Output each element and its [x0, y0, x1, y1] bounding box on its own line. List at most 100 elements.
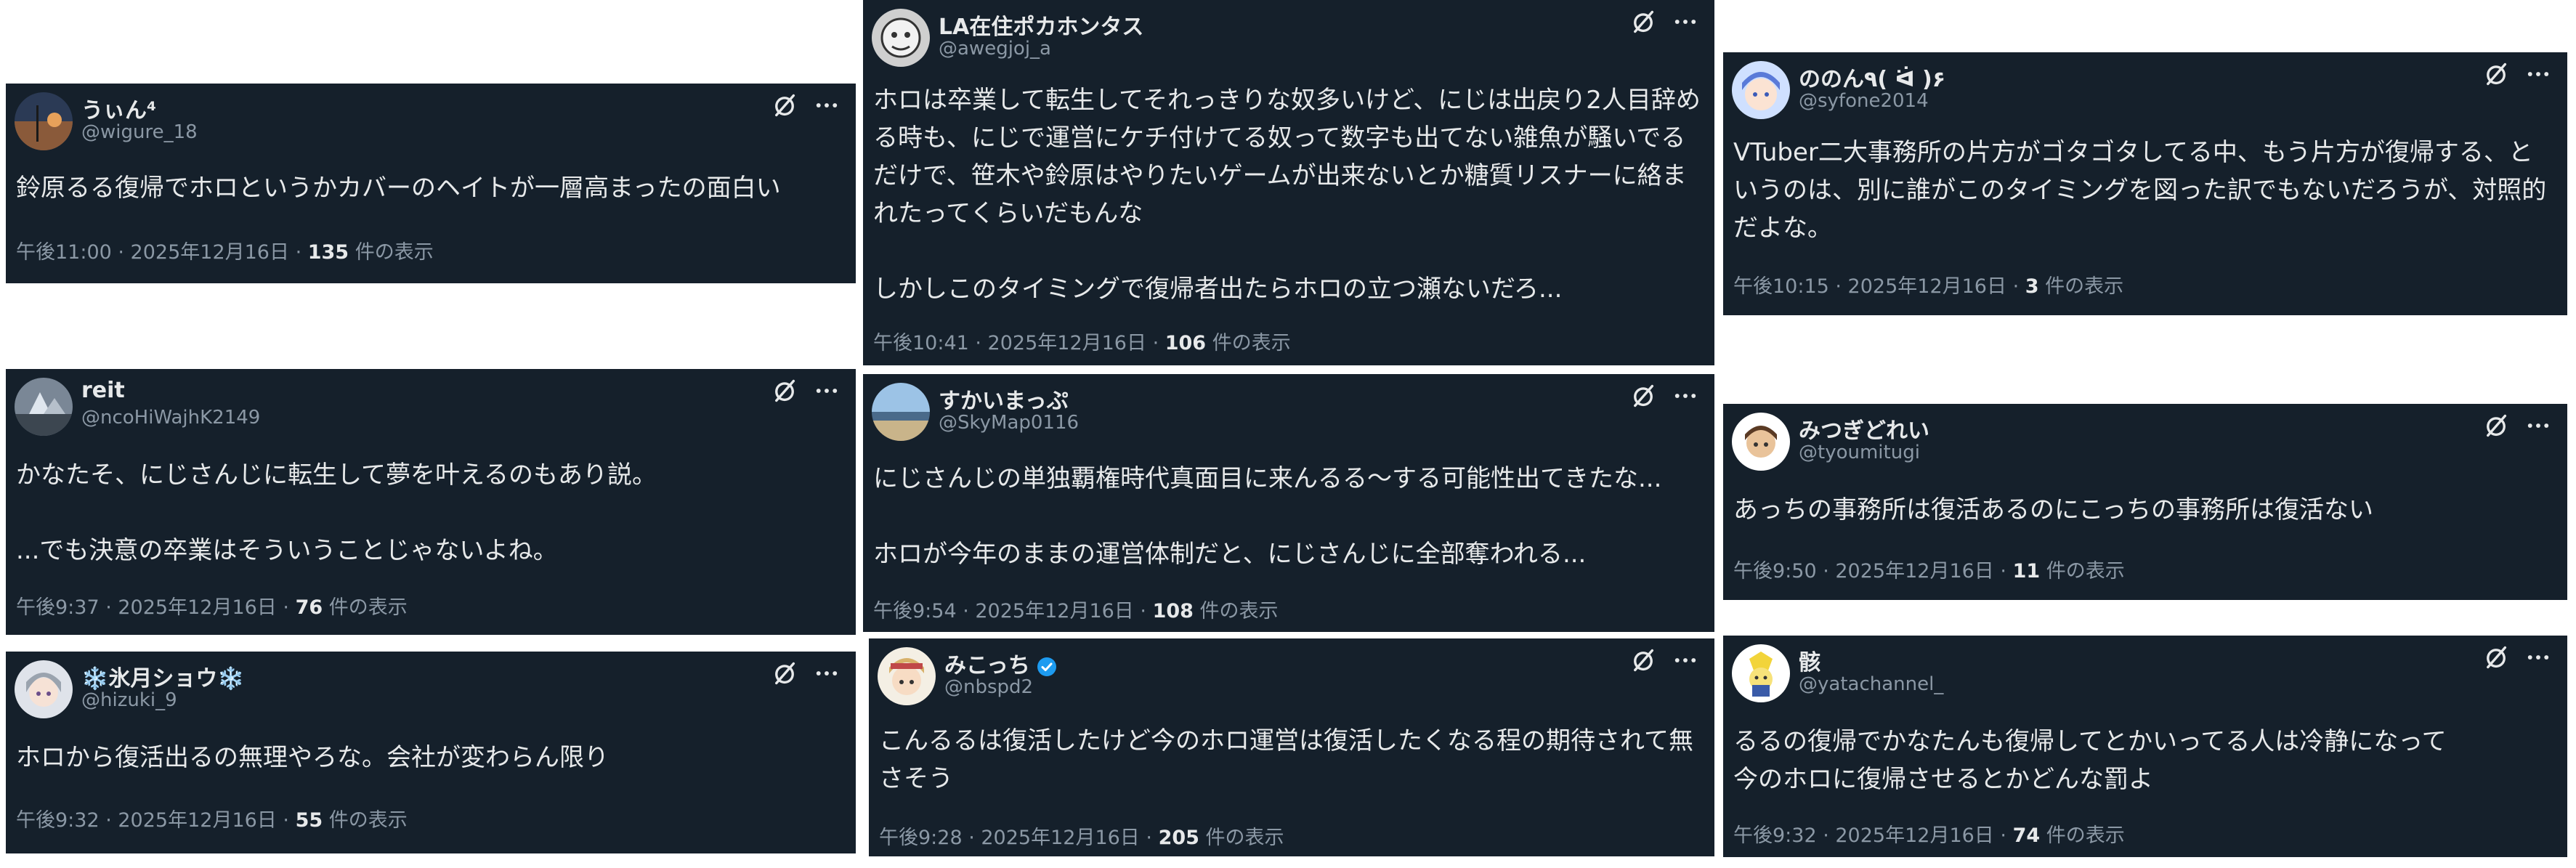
display-name[interactable]: reit: [81, 378, 125, 403]
user-handle[interactable]: @ncoHiWajhK2149: [81, 407, 260, 429]
more-icon[interactable]: [814, 660, 840, 686]
views-label: 件の表示: [2045, 275, 2124, 298]
display-name-text[interactable]: みこっち: [944, 653, 1030, 678]
post-meta[interactable]: 午後9:32 · 2025年12月16日 · 55 件の表示: [16, 804, 408, 832]
post-card[interactable]: すかいまっぷ @SkyMap0116 にじさんじの単独覇権時代真面目に来んるる～…: [863, 374, 1714, 632]
post-timestamp[interactable]: 午後11:00 · 2025年12月16日 ·: [16, 241, 308, 264]
post-timestamp[interactable]: 午後9:28 · 2025年12月16日 ·: [879, 827, 1159, 849]
post-timestamp[interactable]: 午後9:37 · 2025年12月16日 ·: [16, 596, 296, 619]
post-text: 鈴原るる復帰でホロというかカバーのヘイトが一層高まったの面白い: [16, 174, 781, 203]
post-card[interactable]: ののん٩( ᐛ )۶ @syfone2014 VTuber二大事務所の片方がゴタ…: [1723, 52, 2567, 315]
grok-icon[interactable]: [2483, 644, 2509, 670]
more-icon[interactable]: [814, 92, 840, 118]
display-name[interactable]: ❄️氷月ショウ❄️: [81, 660, 245, 692]
post-text: るるの復帰でかなたんも復帰してとかいってる人は冷静になって 今のホロに復帰させる…: [1733, 727, 2447, 794]
display-name[interactable]: ののん٩( ᐛ )۶: [1799, 61, 1945, 93]
post-meta[interactable]: 午後10:15 · 2025年12月16日 · 3 件の表示: [1733, 270, 2123, 299]
display-name[interactable]: LA在住ポカホンタス: [939, 9, 1143, 41]
more-icon[interactable]: [1672, 383, 1698, 409]
avatar[interactable]: [872, 383, 930, 441]
post-card[interactable]: みこっち @nbspd2 こんるるは復活したけど今のホロ運営は復活したくなる程の…: [869, 638, 1714, 856]
post-card[interactable]: ❄️氷月ショウ❄️ @hizuki_9 ホロから復活出るの無理やろな。会社が変わ…: [6, 652, 856, 853]
display-name[interactable]: みつぎどれい: [1799, 413, 1929, 445]
avatar[interactable]: [878, 647, 936, 705]
post-card[interactable]: みつぎどれい @tyoumitugi あっちの事務所は復活あるのにこっちの事務所…: [1723, 404, 2567, 600]
post-card[interactable]: 骸 @yatachannel_ るるの復帰でかなたんも復帰してとかいってる人は冷…: [1723, 636, 2567, 857]
view-count: 135: [307, 241, 349, 264]
display-name[interactable]: うぃん⁴: [81, 92, 156, 124]
grok-icon[interactable]: [2483, 413, 2509, 439]
views-label: 件の表示: [328, 596, 408, 619]
post-text: ホロは卒業して転生してそれっきりな奴多いけど、にじは出戻り2人目辞める時も、にじ…: [873, 86, 1701, 304]
grok-icon[interactable]: [771, 92, 798, 118]
view-count: 76: [295, 596, 323, 619]
post-timestamp[interactable]: 午後9:54 · 2025年12月16日 ·: [873, 600, 1153, 622]
avatar[interactable]: [15, 660, 73, 718]
grok-icon[interactable]: [1630, 647, 1656, 673]
view-count: 11: [2012, 560, 2041, 583]
display-name[interactable]: みこっち: [944, 647, 1058, 679]
post-text: こんるるは復活したけど今のホロ運営は復活したくなる程の期待されて無さそう: [879, 726, 1693, 793]
post-meta[interactable]: 午後9:54 · 2025年12月16日 · 108 件の表示: [873, 595, 1279, 623]
more-icon[interactable]: [2525, 413, 2551, 439]
user-handle[interactable]: @awegjoj_a: [939, 38, 1051, 60]
user-handle[interactable]: @SkyMap0116: [939, 412, 1079, 434]
user-handle[interactable]: @wigure_18: [81, 121, 198, 143]
user-handle[interactable]: @syfone2014: [1799, 90, 1929, 112]
view-count: 3: [2025, 275, 2039, 298]
post-meta[interactable]: 午後9:37 · 2025年12月16日 · 76 件の表示: [16, 591, 408, 620]
avatar[interactable]: [1732, 644, 1790, 702]
more-icon[interactable]: [1672, 9, 1698, 35]
views-label: 件の表示: [1199, 600, 1279, 622]
post-card[interactable]: うぃん⁴ @wigure_18 鈴原るる復帰でホロというかカバーのヘイトが一層高…: [6, 84, 856, 283]
view-count: 106: [1165, 332, 1207, 354]
post-timestamp[interactable]: 午後9:32 · 2025年12月16日 ·: [16, 809, 296, 832]
grok-icon[interactable]: [1630, 9, 1656, 35]
post-timestamp[interactable]: 午後9:50 · 2025年12月16日 ·: [1733, 560, 2013, 583]
post-meta[interactable]: 午後10:41 · 2025年12月16日 · 106 件の表示: [873, 327, 1291, 355]
more-icon[interactable]: [814, 378, 840, 404]
post-text: VTuber二大事務所の片方がゴタゴタしてる中、もう片方が復帰する、というのは、…: [1733, 138, 2547, 243]
post-meta[interactable]: 午後9:50 · 2025年12月16日 · 11 件の表示: [1733, 555, 2125, 583]
post-meta[interactable]: 午後9:28 · 2025年12月16日 · 205 件の表示: [879, 822, 1284, 850]
view-count: 108: [1152, 600, 1194, 622]
more-icon[interactable]: [2525, 644, 2551, 670]
avatar[interactable]: [15, 378, 73, 436]
post-text: ホロから復活出るの無理やろな。会社が変わらん限り: [16, 743, 609, 772]
avatar[interactable]: [15, 92, 73, 150]
view-count: 74: [2012, 824, 2041, 847]
grok-icon[interactable]: [771, 660, 798, 686]
avatar[interactable]: [872, 9, 930, 67]
more-icon[interactable]: [1672, 647, 1698, 673]
user-handle[interactable]: @tyoumitugi: [1799, 442, 1920, 463]
post-timestamp[interactable]: 午後10:41 · 2025年12月16日 ·: [873, 332, 1165, 354]
verified-badge-icon[interactable]: [1036, 656, 1058, 678]
views-label: 件の表示: [1205, 827, 1284, 849]
post-text: かなたそ、にじさんじに転生して夢を叶えるのもあり説。 ...でも決意の卒業はそう…: [16, 461, 657, 565]
views-label: 件の表示: [1212, 332, 1291, 354]
more-icon[interactable]: [2525, 61, 2551, 87]
post-text: にじさんじの単独覇権時代真面目に来んるる～する可能性出てきたな... ホロが今年…: [873, 464, 1662, 569]
avatar[interactable]: [1732, 413, 1790, 471]
post-timestamp[interactable]: 午後10:15 · 2025年12月16日 ·: [1733, 275, 2025, 298]
post-timestamp[interactable]: 午後9:32 · 2025年12月16日 ·: [1733, 824, 2013, 847]
views-label: 件の表示: [2046, 824, 2125, 847]
post-card[interactable]: reit @ncoHiWajhK2149 かなたそ、にじさんじに転生して夢を叶え…: [6, 369, 856, 635]
grok-icon[interactable]: [1630, 383, 1656, 409]
grok-icon[interactable]: [2483, 61, 2509, 87]
display-name[interactable]: すかいまっぷ: [939, 383, 1069, 415]
grok-icon[interactable]: [771, 378, 798, 404]
views-label: 件の表示: [2046, 560, 2125, 583]
avatar[interactable]: [1732, 61, 1790, 119]
post-card[interactable]: LA在住ポカホンタス @awegjoj_a ホロは卒業して転生してそれっきりな奴…: [863, 0, 1714, 365]
views-label: 件の表示: [355, 241, 434, 264]
post-meta[interactable]: 午後11:00 · 2025年12月16日 · 135 件の表示: [16, 236, 434, 264]
post-meta[interactable]: 午後9:32 · 2025年12月16日 · 74 件の表示: [1733, 819, 2125, 848]
user-handle[interactable]: @hizuki_9: [81, 689, 177, 711]
user-handle[interactable]: @yatachannel_: [1799, 673, 1943, 695]
views-label: 件の表示: [328, 809, 408, 832]
user-handle[interactable]: @nbspd2: [944, 676, 1033, 698]
view-count: 205: [1158, 827, 1199, 849]
display-name[interactable]: 骸: [1799, 644, 1820, 676]
view-count: 55: [295, 809, 323, 832]
